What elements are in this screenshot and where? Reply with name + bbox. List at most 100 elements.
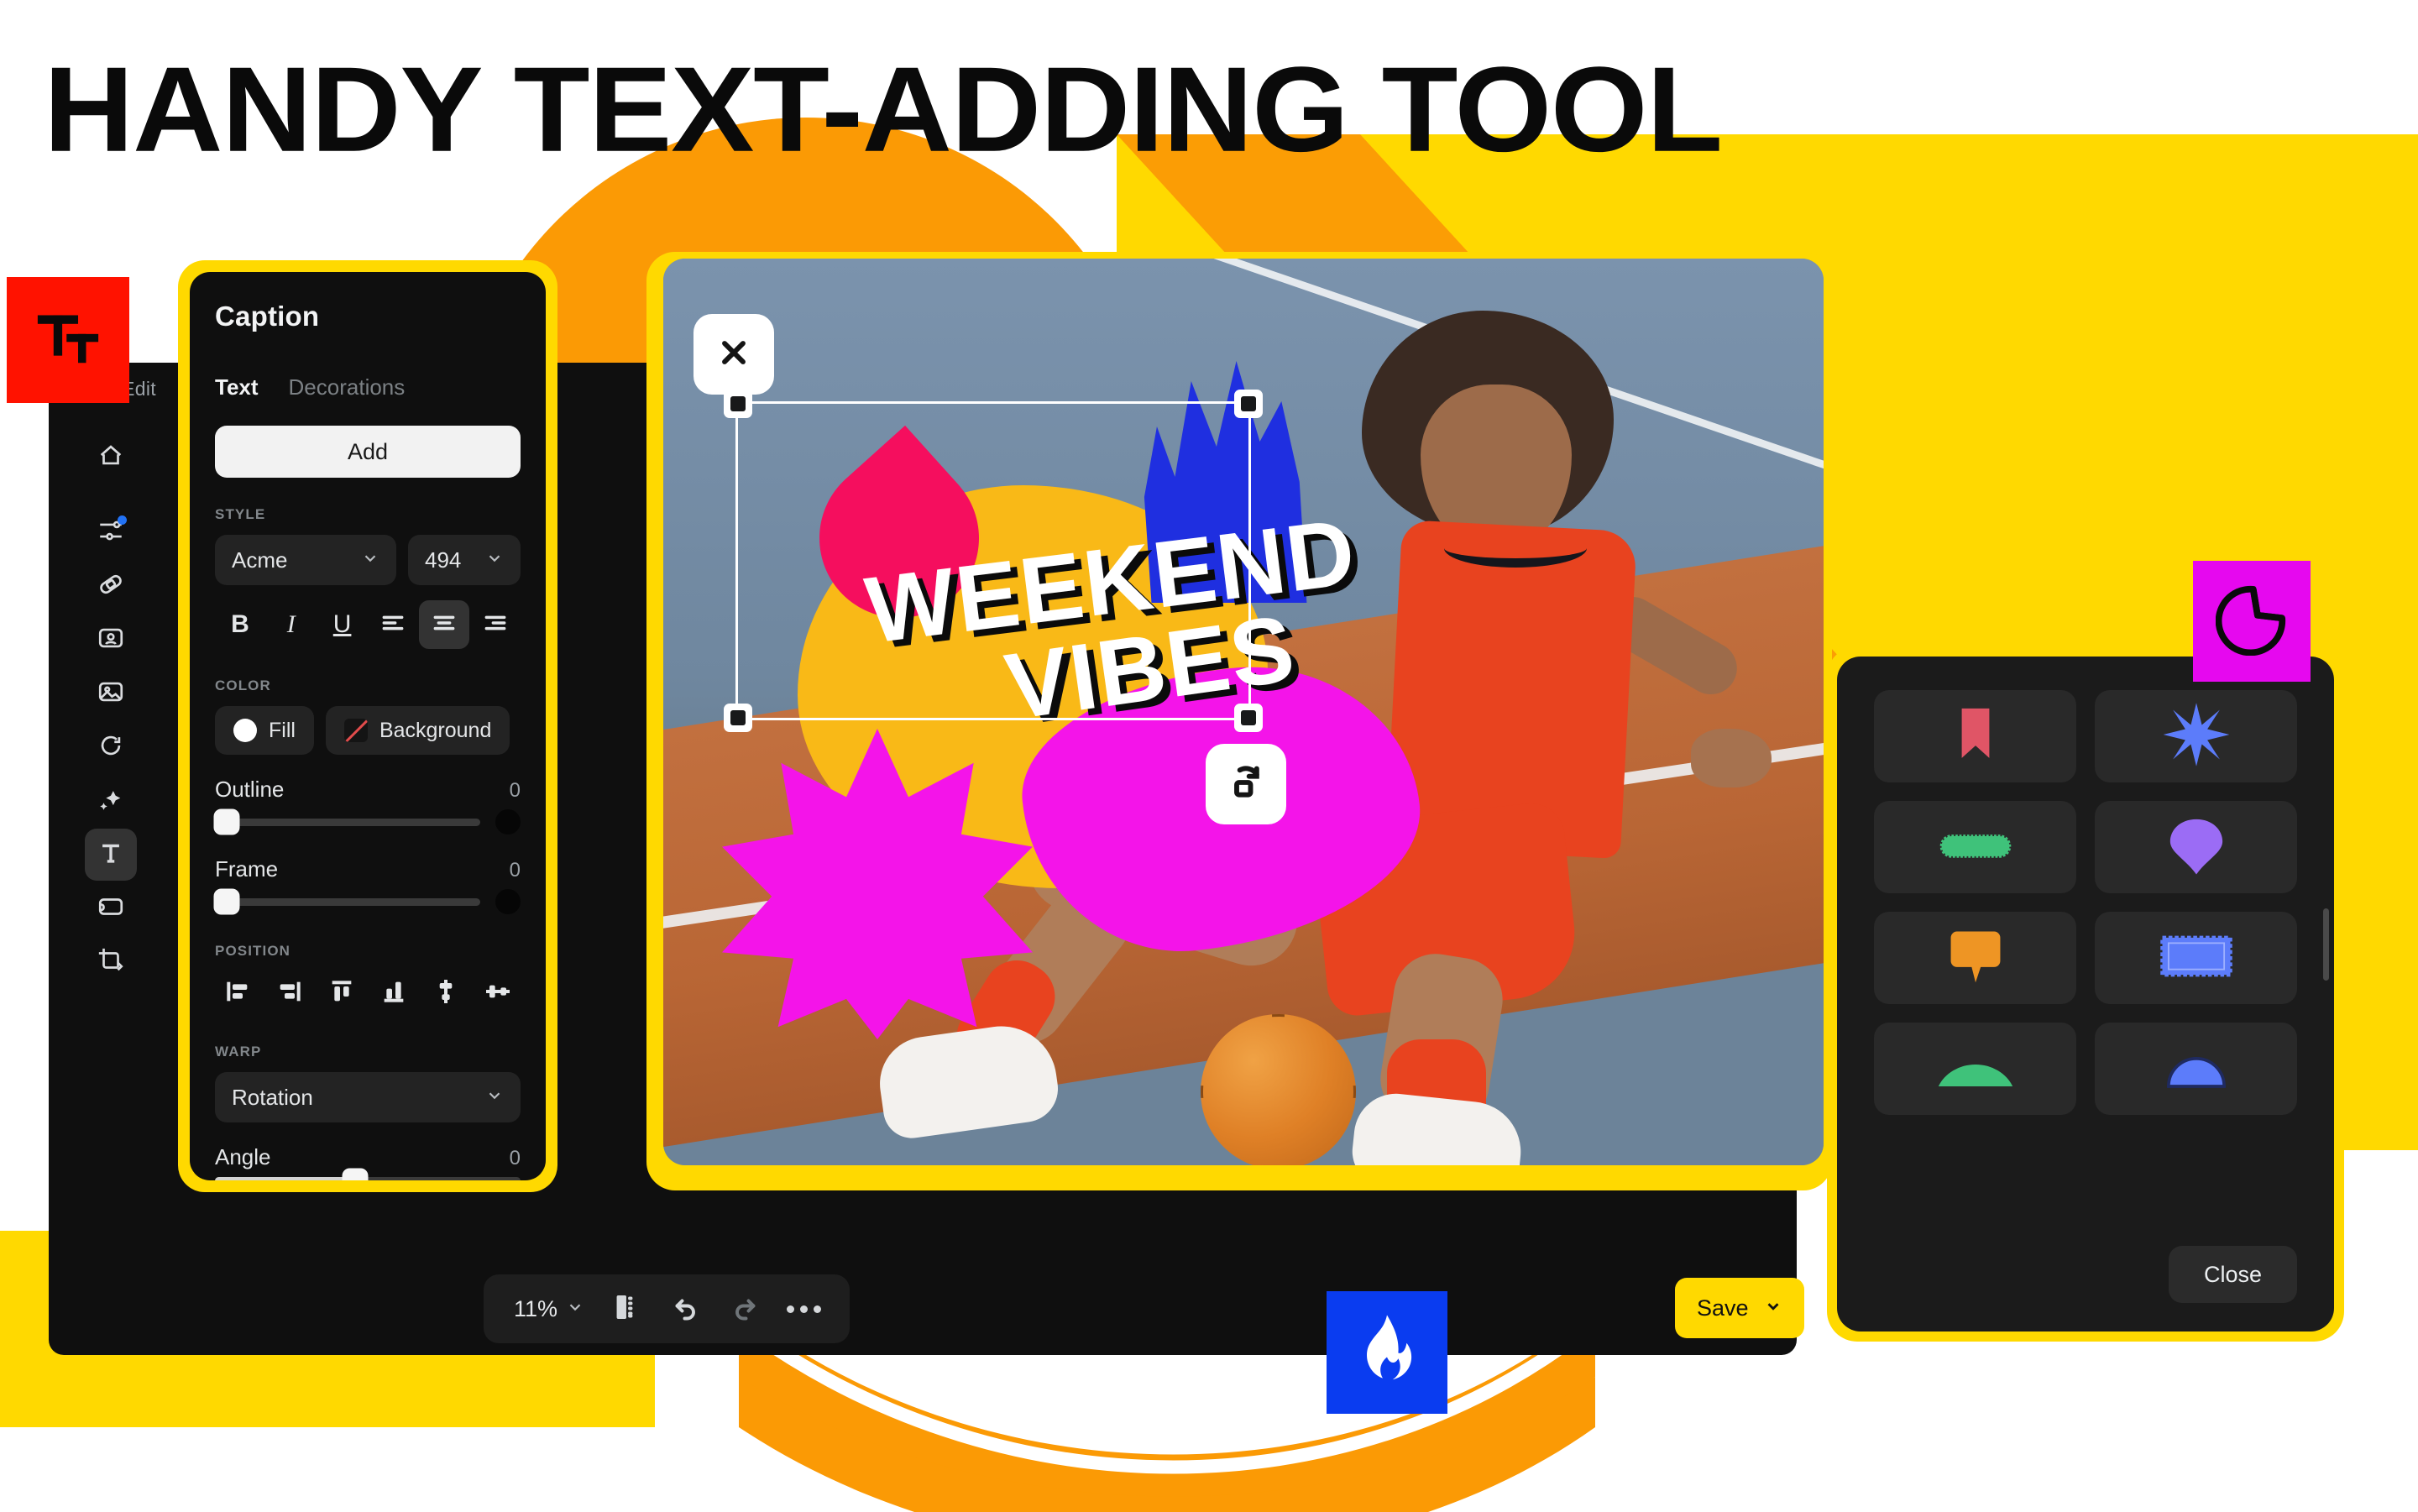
text-tool-icon bbox=[29, 302, 107, 379]
canvas-frame: WEEKEND VIBES bbox=[646, 252, 1832, 1190]
pos-align-top-button[interactable] bbox=[319, 971, 364, 1015]
sidebar-item-effects[interactable] bbox=[85, 775, 137, 827]
pos-center-horizontal-button[interactable] bbox=[475, 971, 521, 1015]
sidebar-edit-label: Edit bbox=[122, 378, 156, 400]
pos-center-vertical-button[interactable] bbox=[423, 971, 468, 1015]
sidebar-item-text[interactable] bbox=[85, 829, 137, 881]
sidebar-item-home[interactable] bbox=[85, 431, 137, 483]
shapes-close-button[interactable]: Close bbox=[2168, 1246, 2297, 1303]
background-color-button[interactable]: Background bbox=[325, 706, 510, 755]
canvas-rotate-button[interactable] bbox=[1206, 744, 1286, 824]
warp-mode-select[interactable]: Rotation bbox=[215, 1072, 521, 1122]
sidebar-item-frames[interactable] bbox=[85, 882, 137, 934]
caption-tabs: Text Decorations bbox=[215, 374, 521, 400]
postage-stamp-icon bbox=[2158, 922, 2235, 995]
pos-center-h-icon bbox=[484, 978, 511, 1009]
warp-section-label: WARP bbox=[215, 1044, 262, 1059]
shape-bookmark[interactable] bbox=[1874, 690, 2076, 782]
chevron-down-icon bbox=[566, 1298, 584, 1321]
angle-label: Angle bbox=[215, 1144, 271, 1169]
outline-value: 0 bbox=[509, 779, 521, 802]
bandage-icon bbox=[97, 570, 125, 603]
tab-text[interactable]: Text bbox=[215, 374, 259, 400]
frame-icon bbox=[97, 892, 125, 925]
sidebar-item-retouch[interactable] bbox=[85, 560, 137, 612]
align-right-icon bbox=[482, 610, 509, 641]
frame-label: Frame bbox=[215, 856, 279, 882]
image-icon bbox=[97, 678, 125, 710]
shape-semi-circle-outline[interactable] bbox=[2095, 1023, 2297, 1115]
arch-dome-icon bbox=[1937, 1033, 2014, 1106]
outline-slider[interactable] bbox=[213, 808, 480, 835]
pos-align-top-icon bbox=[328, 978, 355, 1009]
tab-decorations[interactable]: Decorations bbox=[289, 374, 406, 400]
bold-button[interactable]: B bbox=[215, 600, 265, 649]
align-center-icon bbox=[431, 610, 458, 641]
more-button[interactable] bbox=[776, 1284, 831, 1333]
selection-box[interactable] bbox=[724, 390, 1263, 732]
chevron-down-icon bbox=[1764, 1295, 1782, 1321]
underline-glyph: U bbox=[332, 610, 352, 638]
align-right-button[interactable] bbox=[470, 600, 521, 649]
speech-bubble-icon bbox=[1937, 922, 2014, 995]
angle-slider[interactable] bbox=[215, 1168, 521, 1180]
shape-wavy-pill[interactable] bbox=[1874, 801, 2076, 893]
resize-handle-top-right[interactable] bbox=[1234, 390, 1263, 418]
resize-handle-bottom-right[interactable] bbox=[1234, 704, 1263, 732]
canvas-close-button[interactable] bbox=[693, 314, 774, 395]
frame-slider[interactable] bbox=[213, 888, 480, 915]
align-left-button[interactable] bbox=[368, 600, 418, 649]
sidebar-item-replace[interactable] bbox=[85, 721, 137, 773]
shapes-panel: Close bbox=[1837, 657, 2334, 1332]
underline-button[interactable]: U bbox=[317, 600, 368, 649]
sidebar-item-portrait[interactable] bbox=[85, 614, 137, 666]
color-controls: Fill Background bbox=[215, 706, 521, 755]
sidebar-item-adjust[interactable] bbox=[85, 506, 137, 558]
shape-postage-stamp[interactable] bbox=[2095, 912, 2297, 1004]
background-swatch-none-icon bbox=[343, 719, 368, 742]
outline-control: Outline 0 bbox=[213, 777, 521, 835]
align-center-button[interactable] bbox=[419, 600, 470, 649]
redo-button[interactable] bbox=[717, 1284, 772, 1333]
shapes-panel-frame: Close bbox=[1827, 646, 2344, 1342]
pos-align-right-button[interactable] bbox=[267, 971, 312, 1015]
shape-eight-point-star[interactable] bbox=[2095, 690, 2297, 782]
refresh-icon bbox=[97, 731, 125, 764]
chevron-down-icon bbox=[361, 547, 379, 573]
semi-circle-outline-icon bbox=[2158, 1033, 2235, 1106]
chevron-down-icon bbox=[485, 547, 504, 573]
sidebar-item-crop[interactable] bbox=[85, 936, 137, 988]
add-text-button[interactable]: Add bbox=[215, 426, 521, 478]
font-size-select[interactable]: 494 bbox=[408, 535, 521, 585]
text-icon bbox=[97, 839, 125, 871]
pos-align-left-button[interactable] bbox=[215, 971, 260, 1015]
shape-speech-bubble[interactable] bbox=[1874, 912, 2076, 1004]
portrait-icon bbox=[97, 624, 125, 657]
flame-icon bbox=[1352, 1312, 1422, 1394]
shapes-scrollbar[interactable] bbox=[2323, 908, 2329, 981]
pos-align-bottom-button[interactable] bbox=[371, 971, 416, 1015]
style-section-label: STYLE bbox=[215, 506, 266, 522]
sidebar-item-background[interactable] bbox=[85, 667, 137, 719]
zoom-control[interactable]: 11% bbox=[502, 1296, 596, 1322]
home-icon bbox=[97, 441, 125, 473]
compare-button[interactable] bbox=[599, 1284, 655, 1333]
caption-panel-frame: Caption Text Decorations Add STYLE Acme … bbox=[178, 260, 557, 1192]
italic-button[interactable]: I bbox=[266, 600, 317, 649]
font-family-value: Acme bbox=[232, 547, 288, 573]
italic-glyph: I bbox=[286, 610, 296, 638]
resize-handle-bottom-left[interactable] bbox=[724, 704, 752, 732]
editor-canvas[interactable]: WEEKEND VIBES bbox=[663, 259, 1824, 1165]
format-buttons: B I U bbox=[215, 600, 521, 649]
fill-color-button[interactable]: Fill bbox=[215, 706, 314, 755]
save-button[interactable]: Save bbox=[1675, 1278, 1804, 1338]
pos-center-v-icon bbox=[432, 978, 459, 1009]
frame-color-swatch[interactable] bbox=[495, 889, 521, 914]
undo-button[interactable] bbox=[658, 1284, 714, 1333]
font-family-select[interactable]: Acme bbox=[215, 535, 396, 585]
outline-color-swatch[interactable] bbox=[495, 809, 521, 834]
shape-map-pin[interactable] bbox=[2095, 801, 2297, 893]
shape-arch-dome[interactable] bbox=[1874, 1023, 2076, 1115]
crop-icon bbox=[97, 946, 125, 979]
more-icon bbox=[786, 1305, 821, 1313]
